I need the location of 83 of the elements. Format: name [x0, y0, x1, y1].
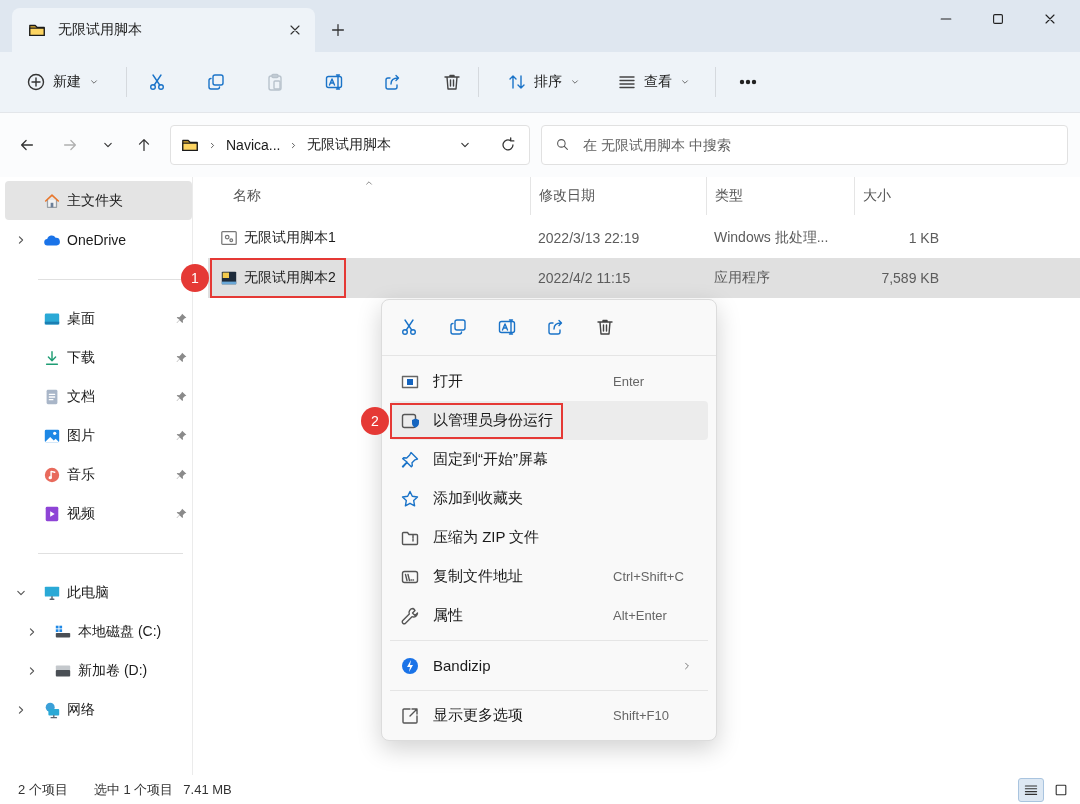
- menu-label: 以管理员身份运行: [433, 411, 553, 430]
- menu-label: 压缩为 ZIP 文件: [433, 528, 540, 547]
- file-name: 无限试用脚本1: [244, 229, 336, 247]
- sidebar-item[interactable]: 音乐: [5, 455, 192, 494]
- menu-item[interactable]: 复制文件地址 Ctrl+Shift+C: [390, 557, 708, 596]
- script-file-icon: [220, 229, 238, 247]
- menu-item[interactable]: 添加到收藏夹: [390, 479, 708, 518]
- rename-icon[interactable]: [324, 72, 344, 92]
- shortcut-text: Shift+F10: [613, 708, 670, 723]
- file-size: 7,589 KB: [881, 270, 939, 286]
- wrench-icon: [400, 605, 420, 626]
- column-header[interactable]: 名称: [208, 177, 530, 215]
- step-badge: 1: [181, 264, 209, 292]
- sort-button[interactable]: 排序: [499, 66, 589, 98]
- scissors-icon[interactable]: [399, 317, 419, 337]
- menu-label: 打开: [433, 372, 463, 391]
- menu-item[interactable]: Bandizip: [390, 646, 708, 685]
- modified-date: 2022/3/13 22:19: [538, 230, 640, 246]
- maximize-icon[interactable]: [990, 11, 1006, 27]
- sidebar-item[interactable]: 桌面: [5, 299, 192, 338]
- menu-label: 固定到“开始”屏幕: [433, 450, 548, 469]
- search-icon: [555, 137, 570, 152]
- sidebar-item[interactable]: 本地磁盘 (C:): [5, 612, 192, 651]
- menu-item[interactable]: 属性 Alt+Enter: [390, 596, 708, 635]
- sidebar-item[interactable]: 图片: [5, 416, 192, 455]
- pin-icon: [400, 449, 420, 470]
- menu-item[interactable]: 打开 Enter: [390, 362, 708, 401]
- star-icon: [400, 488, 420, 509]
- sidebar-item[interactable]: 视频: [5, 494, 192, 533]
- scissors-icon[interactable]: [147, 72, 167, 92]
- menu-item[interactable]: 固定到“开始”屏幕: [390, 440, 708, 479]
- modified-date: 2022/4/2 11:15: [538, 270, 631, 286]
- sidebar-item[interactable]: 网络: [5, 690, 192, 729]
- selection-size: 7.41 MB: [183, 782, 232, 797]
- menu-label: 显示更多选项: [433, 706, 523, 725]
- search-field[interactable]: 在 无限试用脚本 中搜索: [541, 125, 1068, 165]
- sidebar-item[interactable]: 新加卷 (D:): [5, 651, 192, 690]
- item-count: 2 个项目: [18, 780, 68, 799]
- selection-info: 选中 1 个项目: [93, 780, 174, 799]
- details-view-button[interactable]: [1018, 777, 1044, 802]
- file-type: Windows 批处理...: [714, 229, 829, 245]
- plus-icon: [26, 72, 46, 92]
- sidebar-item[interactable]: 此电脑: [5, 573, 192, 612]
- download-icon: [43, 348, 61, 367]
- sort-icon: [507, 72, 527, 92]
- column-header[interactable]: 修改日期: [530, 177, 706, 215]
- sidebar-item[interactable]: 下载: [5, 338, 192, 377]
- sidebar-item[interactable]: 主文件夹: [5, 181, 192, 220]
- trash-icon[interactable]: [442, 72, 462, 92]
- application-icon: [220, 269, 238, 287]
- shortcut-text: Enter: [613, 374, 646, 389]
- menu-label: 添加到收藏夹: [433, 489, 523, 508]
- menu-label: Bandizip: [433, 657, 491, 674]
- file-type: 应用程序: [714, 269, 770, 285]
- shortcut-text: Ctrl+Shift+C: [613, 569, 685, 584]
- copy-icon[interactable]: [206, 72, 226, 92]
- file-size: 1 KB: [908, 230, 939, 246]
- menu-item[interactable]: 压缩为 ZIP 文件: [390, 518, 708, 557]
- column-header[interactable]: 类型: [706, 177, 854, 215]
- column-header[interactable]: 大小: [854, 177, 947, 215]
- menu-label: 属性: [433, 606, 463, 625]
- plus-icon[interactable]: [329, 21, 347, 39]
- address-bar[interactable]: Navica... 无限试用脚本: [170, 125, 530, 165]
- external-icon: [400, 705, 420, 726]
- menu-label: 复制文件地址: [433, 567, 523, 586]
- sidebar-item[interactable]: OneDrive: [5, 220, 192, 259]
- shortcut-text: Alt+Enter: [613, 608, 668, 623]
- step-badge: 2: [361, 406, 389, 435]
- rename-icon[interactable]: [497, 317, 517, 337]
- file-name: 无限试用脚本2: [244, 269, 336, 287]
- bandizip-icon: [400, 655, 420, 676]
- menu-item[interactable]: 显示更多选项 Shift+F10: [390, 696, 708, 735]
- video-icon: [43, 504, 61, 523]
- browser-tab[interactable]: 无限试用脚本: [12, 8, 315, 52]
- new-button[interactable]: 新建: [18, 66, 108, 98]
- copy-icon[interactable]: [448, 317, 468, 337]
- view-button[interactable]: 查看: [609, 66, 699, 98]
- breadcrumb[interactable]: Navica...: [226, 137, 281, 153]
- network-icon: [43, 700, 61, 719]
- trash-icon[interactable]: [595, 317, 615, 337]
- sidebar-item[interactable]: 文档: [5, 377, 192, 416]
- music-icon: [43, 465, 61, 484]
- breadcrumb[interactable]: 无限试用脚本: [307, 136, 392, 154]
